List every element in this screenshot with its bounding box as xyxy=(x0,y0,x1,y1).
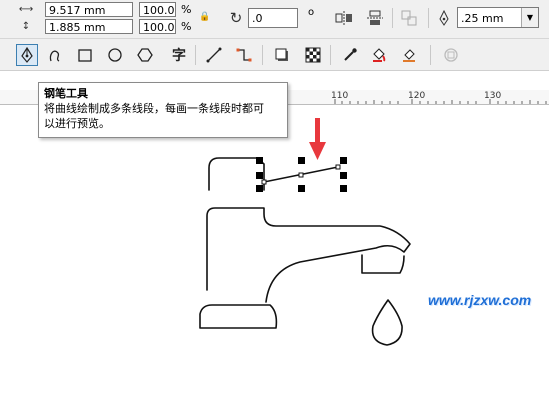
selection-handle xyxy=(340,157,347,164)
tooltip: 钢笔工具 将曲线绘制成多条线段，每画一条线段时都可 以进行预览。 xyxy=(38,82,288,138)
selection-handle xyxy=(256,157,263,164)
ruler-label: 110 xyxy=(331,91,349,101)
drop-shadow-tool-button[interactable] xyxy=(271,44,293,66)
interactive-fill-tool-button[interactable] xyxy=(440,44,462,66)
selection-handle xyxy=(256,172,263,179)
drawing-canvas[interactable] xyxy=(0,105,549,407)
checkerboard-icon xyxy=(305,47,321,63)
annotation-arrow xyxy=(309,118,326,160)
selection-handle xyxy=(298,157,305,164)
pen-icon xyxy=(21,47,33,63)
rotate-icon: ↻ xyxy=(229,9,243,27)
faucet-body-shape xyxy=(206,207,411,303)
selection-handle xyxy=(340,172,347,179)
connector-icon xyxy=(236,48,252,62)
faucet-knob-shape xyxy=(208,157,265,191)
outline-width-select[interactable]: .25 mm ▼ xyxy=(457,7,539,28)
tooltip-description: 将曲线绘制成多条线段，每画一条线段时都可 以进行预览。 xyxy=(44,101,282,131)
paint-bucket-icon xyxy=(373,48,386,62)
separator xyxy=(392,8,393,28)
rectangle-icon xyxy=(78,49,92,62)
connector-tool-button[interactable] xyxy=(233,44,255,66)
drop-shadow-icon xyxy=(275,48,288,61)
tooltip-description-line: 以进行预览。 xyxy=(44,117,110,130)
mirror-horizontal-icon[interactable] xyxy=(334,8,354,28)
artistic-media-tool-button[interactable] xyxy=(44,44,66,66)
text-tool-button[interactable]: 字 xyxy=(168,44,190,66)
separator xyxy=(195,45,196,65)
scale-y-percent: % xyxy=(181,20,192,33)
scale-x-field[interactable]: 100.0 xyxy=(139,2,176,17)
dimension-tool-button[interactable] xyxy=(203,44,225,66)
separator xyxy=(262,45,263,65)
scale-x-percent: % xyxy=(181,3,192,16)
break-apart-icon[interactable] xyxy=(399,8,419,28)
separator xyxy=(330,45,331,65)
pen-node xyxy=(298,172,304,178)
selection-handle xyxy=(298,185,305,192)
rectangle-tool-button[interactable] xyxy=(74,44,96,66)
height-field[interactable]: 1.885 mm xyxy=(45,19,133,34)
pen-node xyxy=(335,164,341,170)
property-bar: ⟷ 9.517 mm ↕ 1.885 mm 100.0 % 100.0 % 🔒 … xyxy=(0,0,549,39)
mirror-vertical-icon[interactable] xyxy=(365,8,385,28)
faucet-nozzle-shape xyxy=(361,254,405,274)
toolbox-row: 字 xyxy=(0,39,549,71)
ellipse-icon xyxy=(108,48,122,62)
faucet-base-shape xyxy=(199,304,278,329)
smart-fill-tool-button[interactable] xyxy=(398,44,420,66)
width-field[interactable]: 9.517 mm xyxy=(45,2,133,17)
width-icon: ⟷ xyxy=(18,3,34,15)
eyedropper-icon xyxy=(344,48,357,61)
selection-handle xyxy=(340,185,347,192)
eyedropper-tool-button[interactable] xyxy=(339,44,361,66)
outline-pen-icon xyxy=(436,9,452,27)
text-tool-glyph: 字 xyxy=(172,48,186,64)
chevron-down-icon[interactable]: ▼ xyxy=(521,8,538,27)
selection-handle xyxy=(256,185,263,192)
degree-symbol: o xyxy=(308,7,315,18)
fill-disabled-icon xyxy=(444,48,458,62)
pen-node xyxy=(261,179,267,185)
pen-tool-button[interactable] xyxy=(16,44,38,66)
outline-width-value: .25 mm xyxy=(461,12,504,25)
polygon-icon xyxy=(137,48,153,62)
rotation-field[interactable]: .0 xyxy=(248,8,298,28)
ruler-label: 120 xyxy=(408,91,426,101)
separator xyxy=(430,45,431,65)
fill-tool-button[interactable] xyxy=(368,44,390,66)
tooltip-title: 钢笔工具 xyxy=(44,87,88,100)
ruler-label: 130 xyxy=(484,91,502,101)
artistic-media-icon xyxy=(49,50,60,62)
polygon-tool-button[interactable] xyxy=(134,44,156,66)
tooltip-description-line: 将曲线绘制成多条线段，每画一条线段时都可 xyxy=(44,102,264,115)
height-icon: ↕ xyxy=(21,20,31,32)
separator xyxy=(428,8,429,28)
lock-ratio-icon[interactable]: 🔒 xyxy=(199,10,211,24)
scale-y-field[interactable]: 100.0 xyxy=(139,19,176,34)
water-drop-shape xyxy=(371,299,403,346)
smart-fill-icon xyxy=(403,49,415,62)
transparency-tool-button[interactable] xyxy=(302,44,324,66)
watermark-text: www.rjzxw.com xyxy=(428,292,532,308)
ellipse-tool-button[interactable] xyxy=(104,44,126,66)
dimension-icon xyxy=(206,47,222,63)
